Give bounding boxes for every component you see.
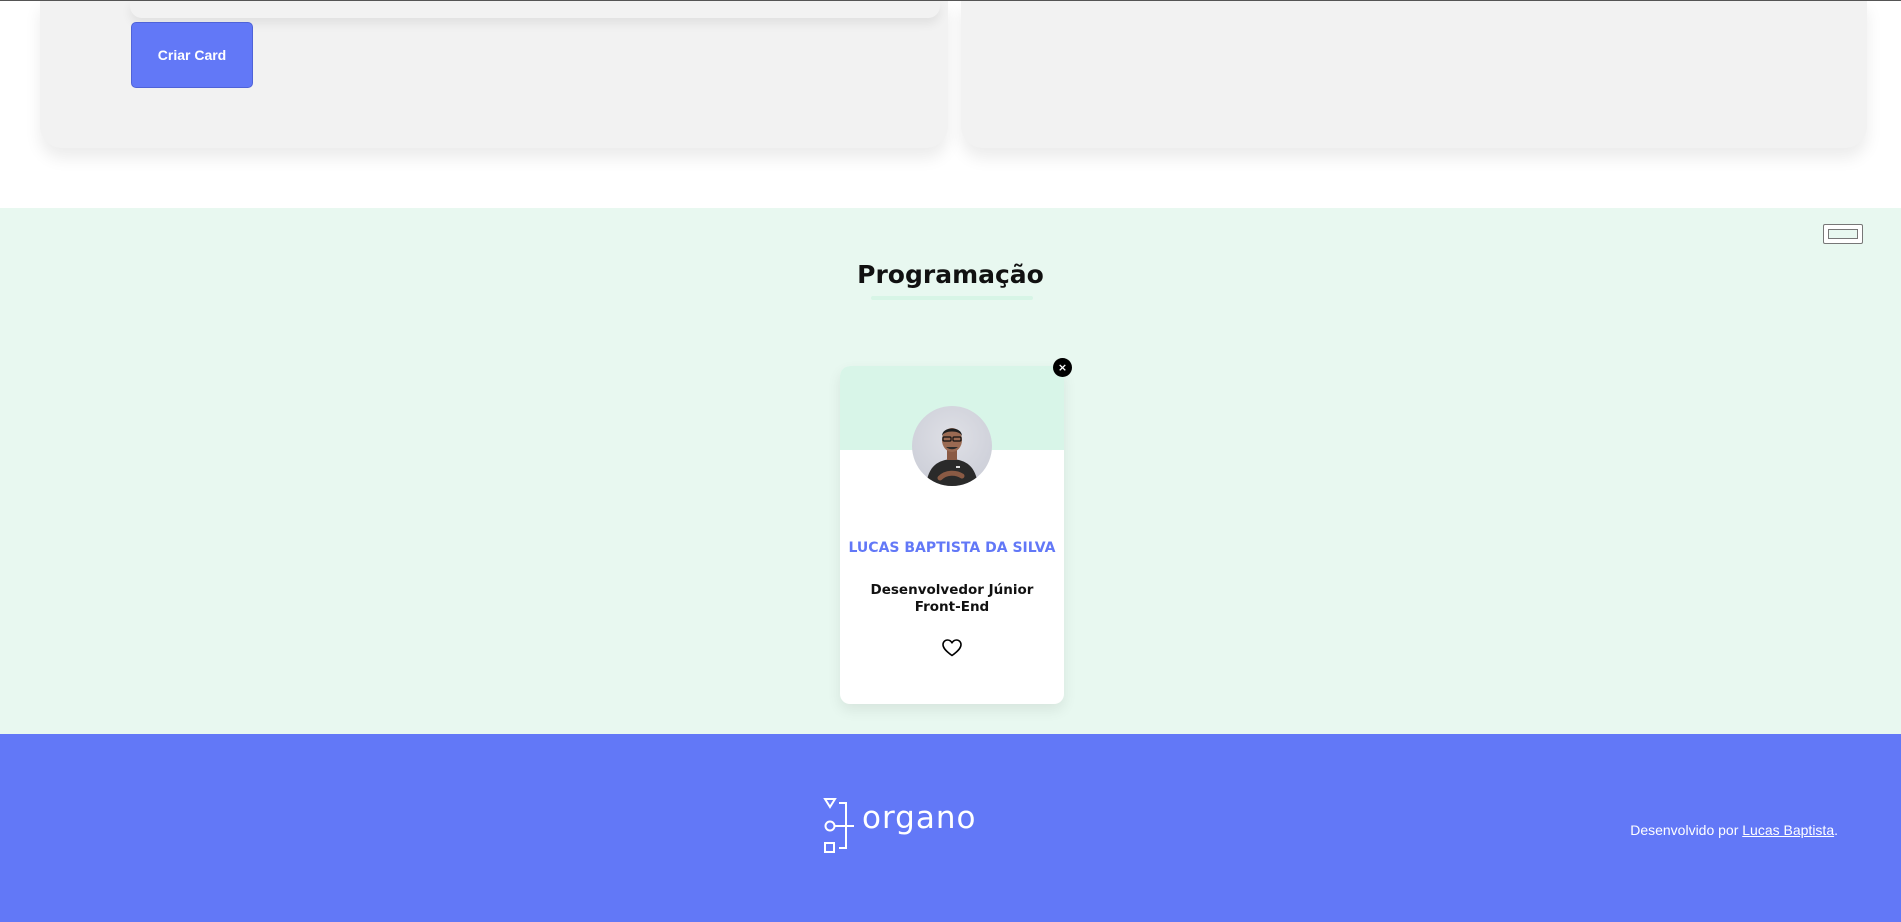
form-section: Criar Card — [0, 0, 1901, 208]
footer-credit: Desenvolvido por Lucas Baptista. — [1630, 822, 1838, 838]
footer: organo Desenvolvido por Lucas Baptista. — [0, 734, 1901, 922]
team-section: Programação LUCAS BAPTISTA DA SILVA Dese… — [0, 208, 1901, 734]
team-color-swatch — [1828, 229, 1858, 239]
form-panel: Criar Card — [40, 0, 948, 148]
author-link[interactable]: Lucas Baptista — [1742, 822, 1834, 838]
close-icon[interactable]: × — [1053, 358, 1072, 377]
member-role: Desenvolvedor Júnior Front-End — [870, 582, 1034, 615]
logo-text: organo — [862, 800, 977, 836]
form-panel-edge — [130, 0, 940, 18]
team-title: Programação — [857, 260, 1044, 289]
member-card: LUCAS BAPTISTA DA SILVA Desenvolvedor Jú… — [840, 366, 1064, 704]
organo-logo-icon — [823, 798, 854, 853]
organo-logo: organo — [822, 796, 982, 856]
top-divider — [0, 0, 1901, 1]
member-avatar — [912, 406, 992, 486]
credit-prefix: Desenvolvido por — [1630, 822, 1743, 838]
secondary-panel — [961, 0, 1867, 148]
team-color-picker[interactable] — [1823, 224, 1863, 244]
team-title-underline — [871, 296, 1033, 300]
credit-suffix: . — [1834, 822, 1838, 838]
create-card-button[interactable]: Criar Card — [131, 22, 253, 88]
member-name: LUCAS BAPTISTA DA SILVA — [848, 540, 1056, 556]
heart-outline-icon[interactable] — [942, 639, 962, 657]
